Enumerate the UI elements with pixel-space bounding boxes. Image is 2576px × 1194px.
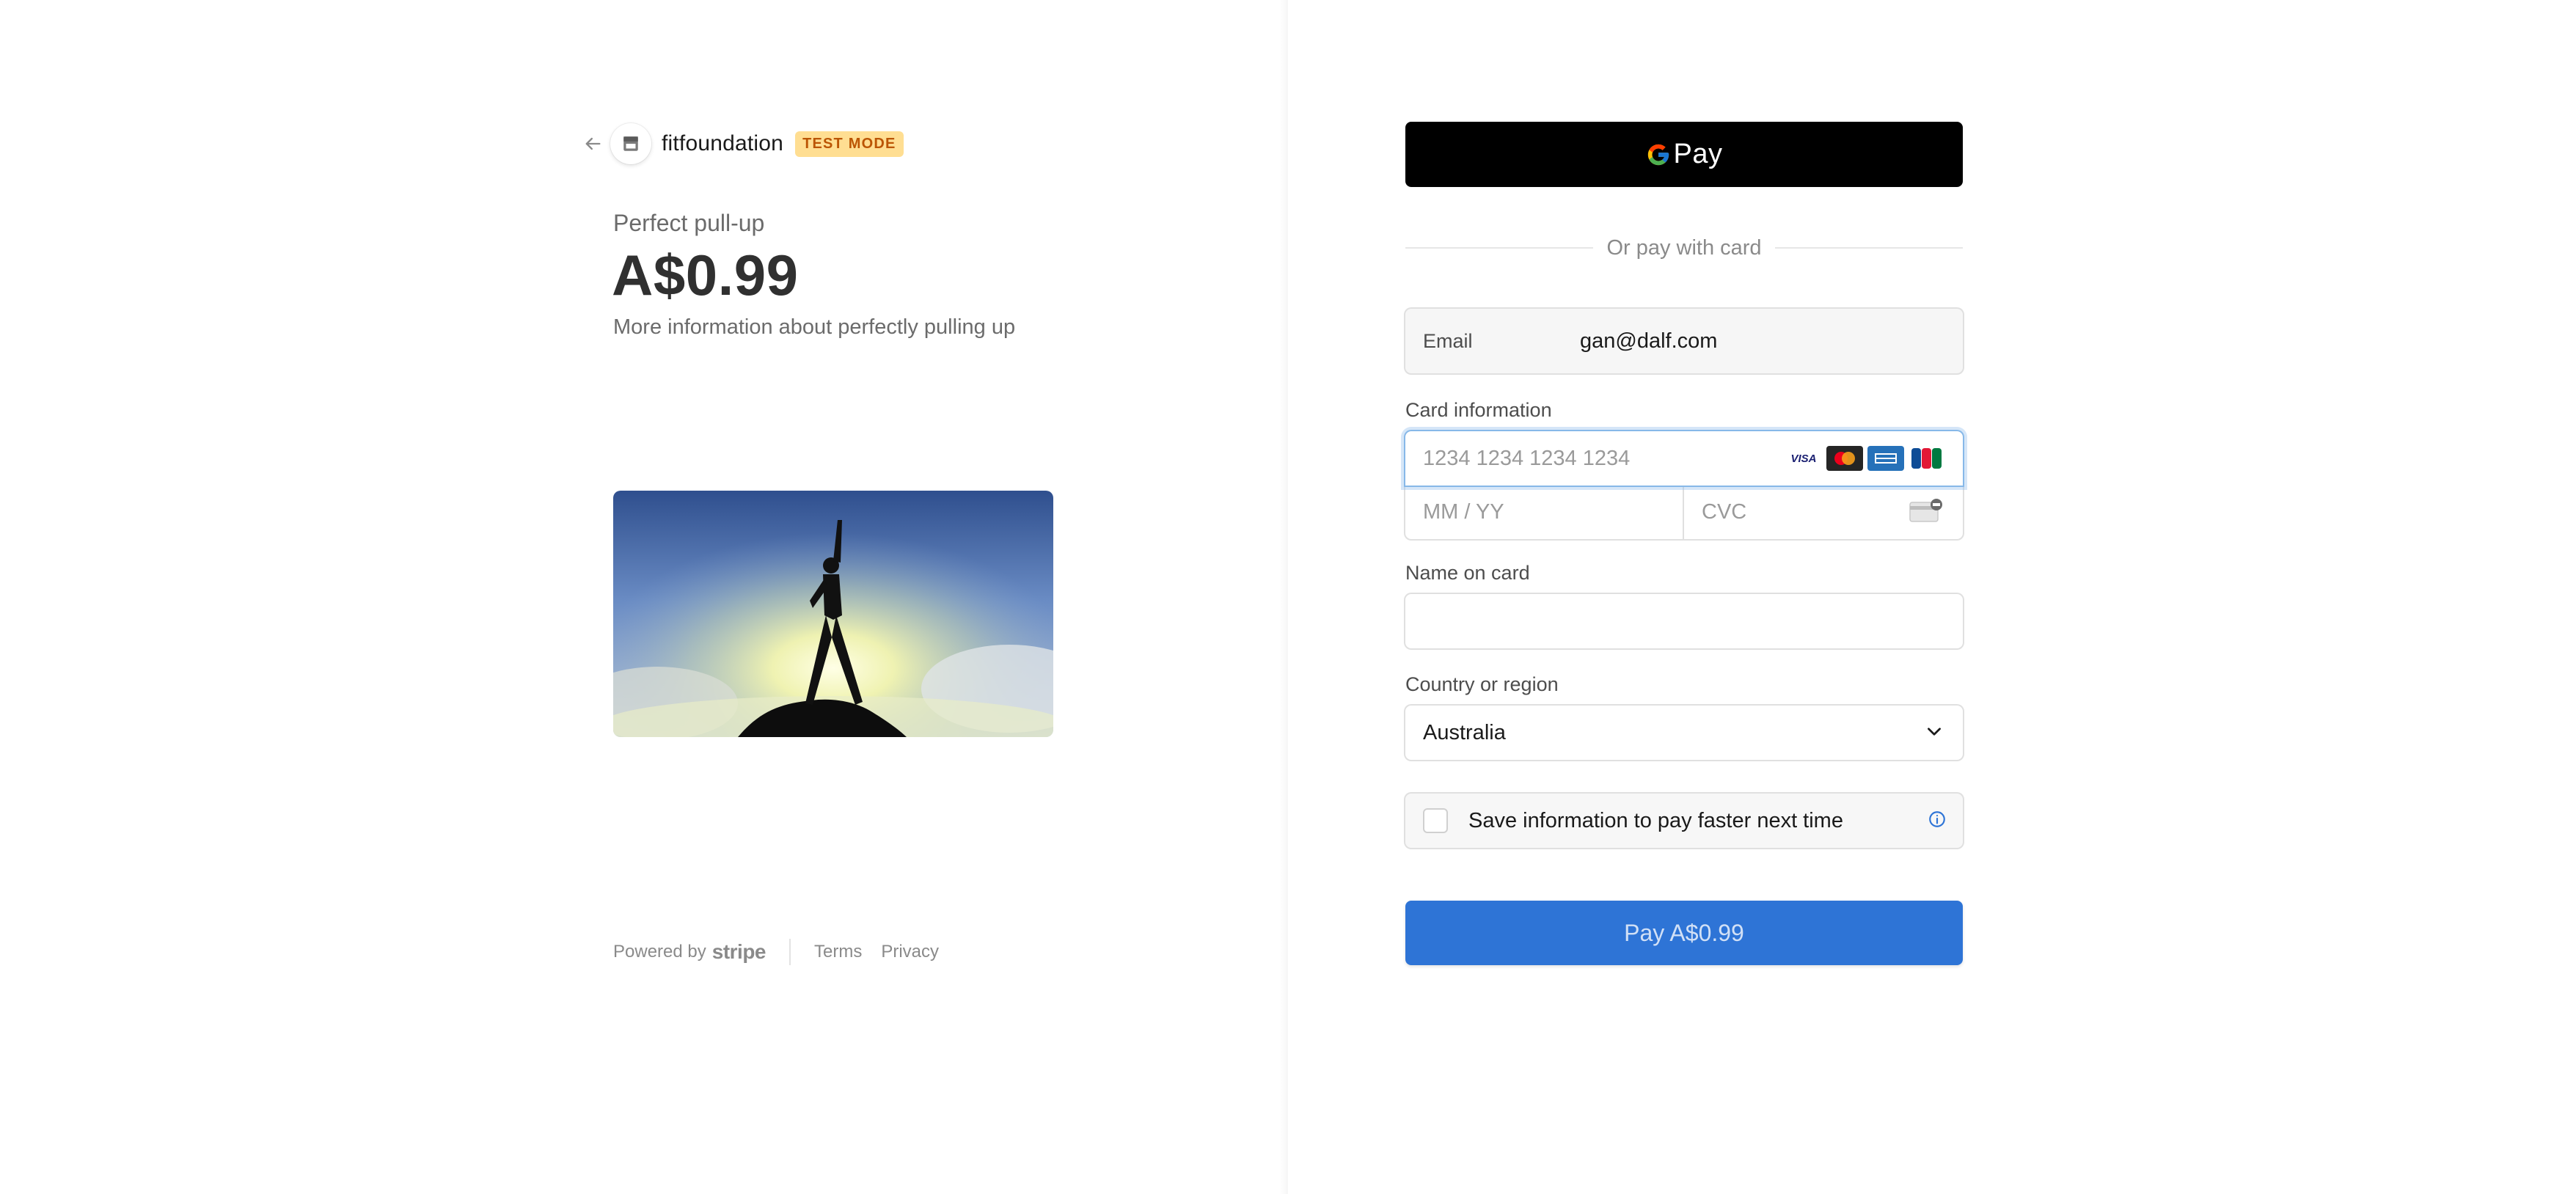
product-image: [613, 491, 1053, 737]
divider-line-right: [1774, 247, 1964, 249]
footer: Powered by stripe Terms Privacy: [613, 939, 958, 965]
save-info-row[interactable]: Save information to pay faster next time: [1405, 794, 1963, 848]
card-information-label: Card information: [1405, 399, 1552, 421]
store-icon: [610, 123, 651, 164]
name-on-card-label: Name on card: [1405, 562, 1530, 584]
expiry-field[interactable]: [1405, 485, 1684, 539]
card-expiry-cvc-row: [1405, 485, 1963, 539]
country-select[interactable]: Australia: [1405, 706, 1963, 760]
name-on-card-input[interactable]: [1423, 609, 1936, 634]
divider-text: Or pay with card: [1606, 235, 1762, 260]
card-brands: VISA: [1785, 446, 1945, 471]
name-on-card-field[interactable]: [1405, 594, 1963, 648]
google-pay-button[interactable]: Pay: [1405, 122, 1963, 187]
info-icon[interactable]: [1928, 810, 1947, 832]
country-label: Country or region: [1405, 673, 1559, 695]
save-info-checkbox[interactable]: [1423, 808, 1448, 833]
google-pay-label: Pay: [1673, 139, 1723, 169]
merchant-header: fitfoundation TEST MODE: [579, 123, 904, 164]
svg-text:VISA: VISA: [1790, 453, 1816, 465]
card-number-field[interactable]: VISA: [1405, 431, 1963, 486]
google-g-icon: [1647, 144, 1669, 165]
back-arrow-icon[interactable]: [579, 131, 606, 157]
save-info-label: Save information to pay faster next time: [1468, 808, 1843, 832]
expiry-input[interactable]: [1423, 499, 1665, 524]
order-summary-panel: fitfoundation TEST MODE Perfect pull-up …: [0, 0, 1288, 1194]
product-price: A$0.99: [612, 243, 799, 307]
divider-line-left: [1405, 247, 1594, 249]
amex-icon: [1867, 446, 1904, 471]
test-mode-badge: TEST MODE: [795, 131, 904, 157]
product-name: Perfect pull-up: [613, 210, 765, 236]
pay-button[interactable]: Pay A$0.99: [1405, 901, 1963, 965]
payment-panel: Pay Or pay with card Email gan@dalf.com …: [1288, 0, 2576, 1194]
footer-divider: [789, 939, 791, 965]
cvc-field[interactable]: [1684, 485, 1963, 539]
stripe-logo: stripe: [711, 940, 766, 963]
visa-icon: VISA: [1785, 446, 1822, 471]
jcb-icon: [1909, 446, 1945, 471]
powered-by-stripe[interactable]: Powered by stripe: [613, 940, 766, 964]
powered-by-label: Powered by: [613, 942, 706, 962]
email-label: Email: [1423, 329, 1473, 352]
cvc-card-icon: [1909, 498, 1944, 527]
email-field[interactable]: Email gan@dalf.com: [1405, 309, 1963, 373]
merchant-name: fitfoundation: [662, 131, 784, 155]
cvc-input[interactable]: [1702, 499, 1907, 524]
terms-link[interactable]: Terms: [814, 942, 862, 962]
country-value: Australia: [1423, 720, 1506, 744]
privacy-link[interactable]: Privacy: [881, 942, 939, 962]
email-value[interactable]: gan@dalf.com: [1580, 329, 1717, 354]
product-description: More information about perfectly pulling…: [613, 315, 1016, 339]
or-divider: Or pay with card: [1405, 233, 1964, 263]
card-number-input[interactable]: [1423, 446, 1760, 471]
mastercard-icon: [1826, 446, 1863, 471]
chevron-down-icon: [1925, 722, 1944, 744]
